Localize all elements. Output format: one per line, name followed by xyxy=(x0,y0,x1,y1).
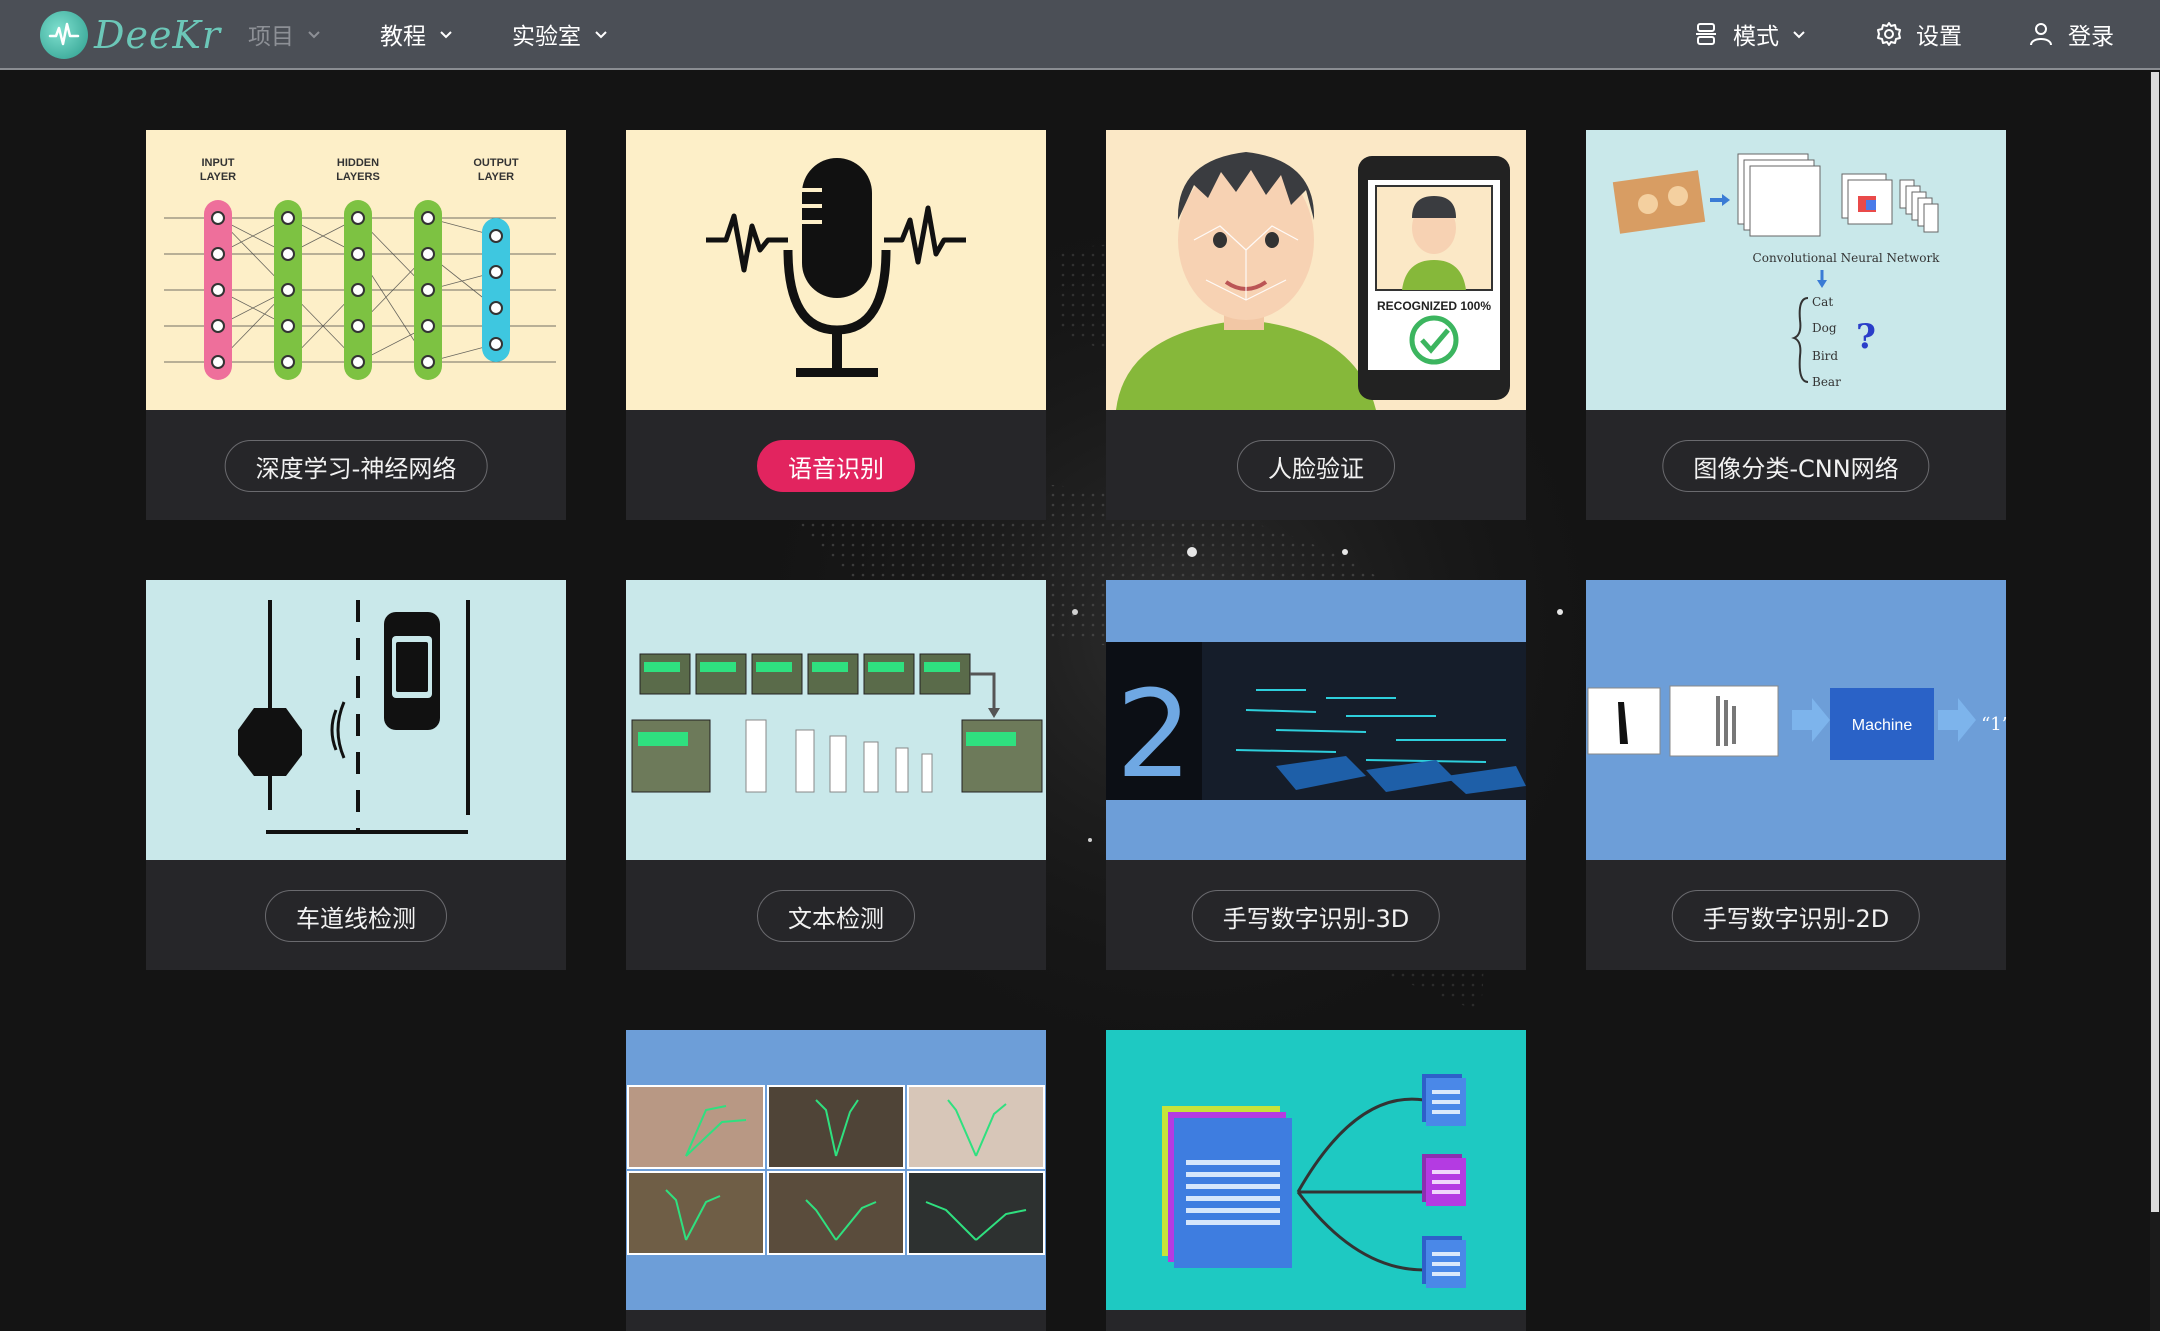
logo-text: DeeKr xyxy=(94,13,221,57)
card-thumbnail[interactable]: Convolutional Neural Network Cat Dog Bir… xyxy=(1586,130,2006,410)
card-cnn-classification[interactable]: Convolutional Neural Network Cat Dog Bir… xyxy=(1586,130,2006,520)
card-hand-pose[interactable] xyxy=(626,1030,1046,1331)
card-thumbnail[interactable] xyxy=(146,580,566,860)
card-thumbnail[interactable] xyxy=(626,580,1046,860)
text-detection-illustration xyxy=(626,580,1046,860)
gear-icon xyxy=(1877,22,1901,46)
page-scrollbar[interactable] xyxy=(2150,72,2160,1331)
chevron-down-icon xyxy=(440,31,452,39)
card-speech-recognition[interactable]: 语音识别 xyxy=(626,130,1046,520)
card-thumbnail[interactable]: Machine “1” xyxy=(1586,580,2006,860)
output-layer-label: OUTPUT xyxy=(473,157,519,169)
nav-lab-label: 实验室 xyxy=(512,24,581,50)
nav-settings-label: 设置 xyxy=(1916,24,1962,50)
face-verification-illustration: RECOGNIZED 100% xyxy=(1106,130,1526,410)
chevron-down-icon xyxy=(595,31,607,39)
chevron-down-icon xyxy=(1793,31,1805,39)
handwriting-2d-illustration: Machine “1” xyxy=(1586,580,2006,860)
card-thumbnail[interactable] xyxy=(626,130,1046,410)
card-handwriting-2d[interactable]: Machine “1” 手写数字识别-2D xyxy=(1586,580,2006,970)
card-label-button[interactable]: 手写数字识别-2D xyxy=(1671,890,1921,942)
card-label-button[interactable]: 图像分类-CNN网络 xyxy=(1662,440,1930,492)
nav-project[interactable]: 项目 xyxy=(248,16,322,52)
nav-mode-label: 模式 xyxy=(1733,24,1779,50)
card-label-button[interactable]: 深度学习-神经网络 xyxy=(224,440,488,492)
class-bear: Bear xyxy=(1812,375,1841,389)
nav-mode[interactable]: 模式 xyxy=(1693,16,1807,52)
nav-settings[interactable]: 设置 xyxy=(1876,16,1962,52)
nav-project-label: 项目 xyxy=(248,24,294,50)
handwriting-3d-illustration: 2 xyxy=(1106,580,1526,860)
card-document-classification[interactable] xyxy=(1106,1030,1526,1331)
class-bird: Bird xyxy=(1812,349,1838,363)
document-classification-illustration xyxy=(1106,1030,1526,1310)
card-thumbnail[interactable]: INPUT LAYER HIDDEN LAYERS OUTPUT LAYER xyxy=(146,130,566,410)
card-lane-detection[interactable]: 车道线检测 xyxy=(146,580,566,970)
scrollbar-thumb[interactable] xyxy=(2151,72,2159,1212)
card-thumbnail[interactable] xyxy=(1106,1030,1526,1310)
recognized-text: RECOGNIZED 100% xyxy=(1377,299,1491,313)
hidden-layer-label: HIDDEN xyxy=(337,157,379,169)
nav-tutorial[interactable]: 教程 xyxy=(380,16,454,52)
user-icon xyxy=(2030,23,2052,46)
card-label-button[interactable]: 车道线检测 xyxy=(265,890,447,942)
cnn-caption: Convolutional Neural Network xyxy=(1753,251,1941,265)
card-label-button[interactable]: 文本检测 xyxy=(757,890,915,942)
top-navbar: DeeKr 项目 教程 实验室 模式 设置 登录 xyxy=(0,0,2160,70)
card-label-button[interactable]: 手写数字识别-3D xyxy=(1191,890,1441,942)
machine-label: Machine xyxy=(1852,717,1913,734)
class-cat: Cat xyxy=(1812,295,1833,309)
app-logo[interactable]: DeeKr xyxy=(40,8,221,62)
hidden-layer-label-2: LAYERS xyxy=(336,171,380,183)
card-label-button[interactable]: 语音识别 xyxy=(757,440,915,492)
input-layer-label-2: LAYER xyxy=(200,171,236,183)
card-handwriting-3d[interactable]: 2 手写数字识别-3D xyxy=(1106,580,1526,970)
nav-login-label: 登录 xyxy=(2068,24,2114,50)
card-face-verification[interactable]: RECOGNIZED 100% 人脸验证 xyxy=(1106,130,1526,520)
result-label: “1” xyxy=(1981,714,2006,735)
cnn-illustration: Convolutional Neural Network Cat Dog Bir… xyxy=(1586,130,2006,410)
microphone-icon xyxy=(626,130,1046,410)
chevron-down-icon xyxy=(308,31,320,39)
card-thumbnail[interactable]: RECOGNIZED 100% xyxy=(1106,130,1526,410)
input-layer-label: INPUT xyxy=(202,157,235,169)
mode-icon xyxy=(1696,23,1716,45)
card-thumbnail[interactable] xyxy=(626,1030,1046,1310)
nav-login[interactable]: 登录 xyxy=(2028,16,2114,52)
card-text-detection[interactable]: 文本检测 xyxy=(626,580,1046,970)
nav-tutorial-label: 教程 xyxy=(380,24,426,50)
neural-network-illustration: INPUT LAYER HIDDEN LAYERS OUTPUT LAYER xyxy=(146,130,566,410)
nav-lab[interactable]: 实验室 xyxy=(512,16,609,52)
card-neural-network[interactable]: INPUT LAYER HIDDEN LAYERS OUTPUT LAYER 深… xyxy=(146,130,566,520)
class-dog: Dog xyxy=(1812,321,1837,335)
digit-glyph: 2 xyxy=(1116,666,1192,805)
output-layer-label-2: LAYER xyxy=(478,171,514,183)
logo-icon xyxy=(40,11,88,59)
lane-detection-illustration xyxy=(146,580,566,860)
card-thumbnail[interactable]: 2 xyxy=(1106,580,1526,860)
hand-pose-illustration xyxy=(626,1030,1046,1310)
card-label-button[interactable]: 人脸验证 xyxy=(1237,440,1395,492)
question-mark: ? xyxy=(1856,317,1876,357)
